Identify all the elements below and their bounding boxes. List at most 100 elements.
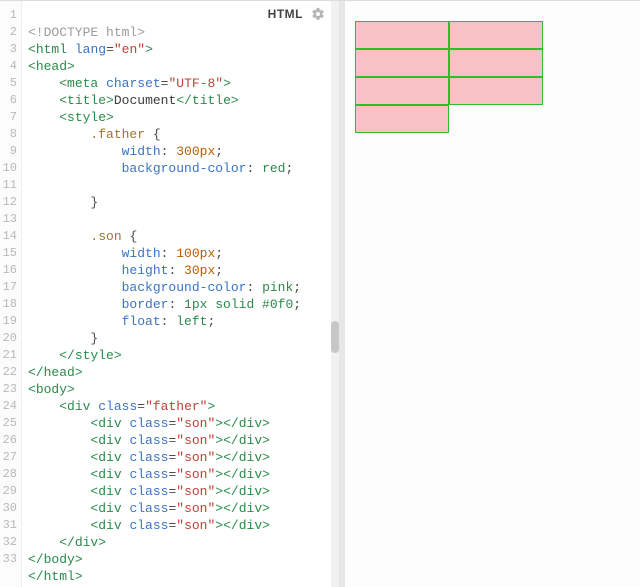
code-editor[interactable]: <!DOCTYPE html> <html lang="en"> <head> … [22,1,339,587]
code-token: border [122,297,169,312]
code-token: > [262,518,270,533]
line-number: 16 [0,262,17,279]
code-token: body [44,552,75,567]
editor-pane: HTML 12345678910111213141516171819202122… [0,1,345,587]
code-token: body [36,382,67,397]
code-token: : [246,161,262,176]
code-token: background-color [122,161,247,176]
code-token: ; [285,161,293,176]
line-number: 20 [0,330,17,347]
code-token: head [44,365,75,380]
line-number: 6 [0,92,17,109]
code-token: div [75,535,98,550]
code-token: </ [59,535,75,550]
preview-father [355,21,547,133]
code-token: background-color [122,280,247,295]
code-token: > [106,93,114,108]
code-token: 1px solid #0f0 [184,297,293,312]
code-token: ; [215,144,223,159]
line-number: 28 [0,466,17,483]
code-token: > [75,365,83,380]
code-token: > [67,59,75,74]
scrollbar-thumb[interactable] [331,321,339,353]
code-token: width [122,246,161,261]
line-number: 1 [0,7,17,24]
code-token: > [262,433,270,448]
code-token: .son [90,229,121,244]
line-number: 19 [0,313,17,330]
line-number-gutter: 1234567891011121314151617181920212223242… [0,1,22,587]
code-token: ; [215,263,223,278]
code-token: "father" [145,399,207,414]
line-number: 13 [0,211,17,228]
line-number: 21 [0,347,17,364]
code-token: 300px [176,144,215,159]
line-number: 23 [0,381,17,398]
scrollbar-track[interactable] [331,1,339,587]
code-token: html [36,42,67,57]
line-number: 2 [0,24,17,41]
code-token: > [223,76,231,91]
code-token: div [98,484,121,499]
line-number: 15 [0,245,17,262]
code-token: > [106,110,114,125]
code-token: div [98,416,121,431]
code-token: div [98,518,121,533]
code-token: class [129,467,168,482]
code-token: </ [223,518,239,533]
code-token: class [129,450,168,465]
code-token: </ [28,552,44,567]
line-number: 29 [0,483,17,500]
code-token: { [145,127,161,142]
code-token: : [161,246,177,261]
code-token: < [59,110,67,125]
code-token: "son" [176,433,215,448]
code-token: title [192,93,231,108]
code-token: left [176,314,207,329]
code-token: > [262,467,270,482]
preview-pane [345,1,640,587]
line-number: 22 [0,364,17,381]
code-token: > [208,399,216,414]
line-number: 9 [0,143,17,160]
code-token: > [75,552,83,567]
code-token: : [168,263,184,278]
code-token: div [239,416,262,431]
line-number: 8 [0,126,17,143]
code-token: "UTF-8" [168,76,223,91]
code-token: class [129,501,168,516]
code-token: > [231,93,239,108]
code-token: 100px [176,246,215,261]
code-token: = [137,399,145,414]
code-token: < [59,93,67,108]
code-token: > [98,535,106,550]
preview-son [355,49,449,77]
code-token: ; [293,297,301,312]
line-number: 5 [0,75,17,92]
line-number: 11 [0,177,17,194]
code-token: < [28,59,36,74]
line-number: 31 [0,517,17,534]
code-token: lang [75,42,106,57]
code-token: 30px [184,263,215,278]
code-token: > [215,450,223,465]
code-token: ; [207,314,215,329]
code-token: </ [223,484,239,499]
code-token: } [90,195,98,210]
line-number: 18 [0,296,17,313]
code-token: red [262,161,285,176]
code-token: div [239,450,262,465]
app-root: HTML 12345678910111213141516171819202122… [0,0,640,587]
line-number: 25 [0,415,17,432]
code-token: < [59,399,67,414]
code-token: > [262,416,270,431]
code-token: "en" [114,42,145,57]
code-token: div [239,501,262,516]
code-token: div [98,501,121,516]
code-token: : [161,314,177,329]
line-number: 24 [0,398,17,415]
code-token: } [90,331,98,346]
code-token: > [262,484,270,499]
line-number: 32 [0,534,17,551]
line-number: 33 [0,551,17,568]
